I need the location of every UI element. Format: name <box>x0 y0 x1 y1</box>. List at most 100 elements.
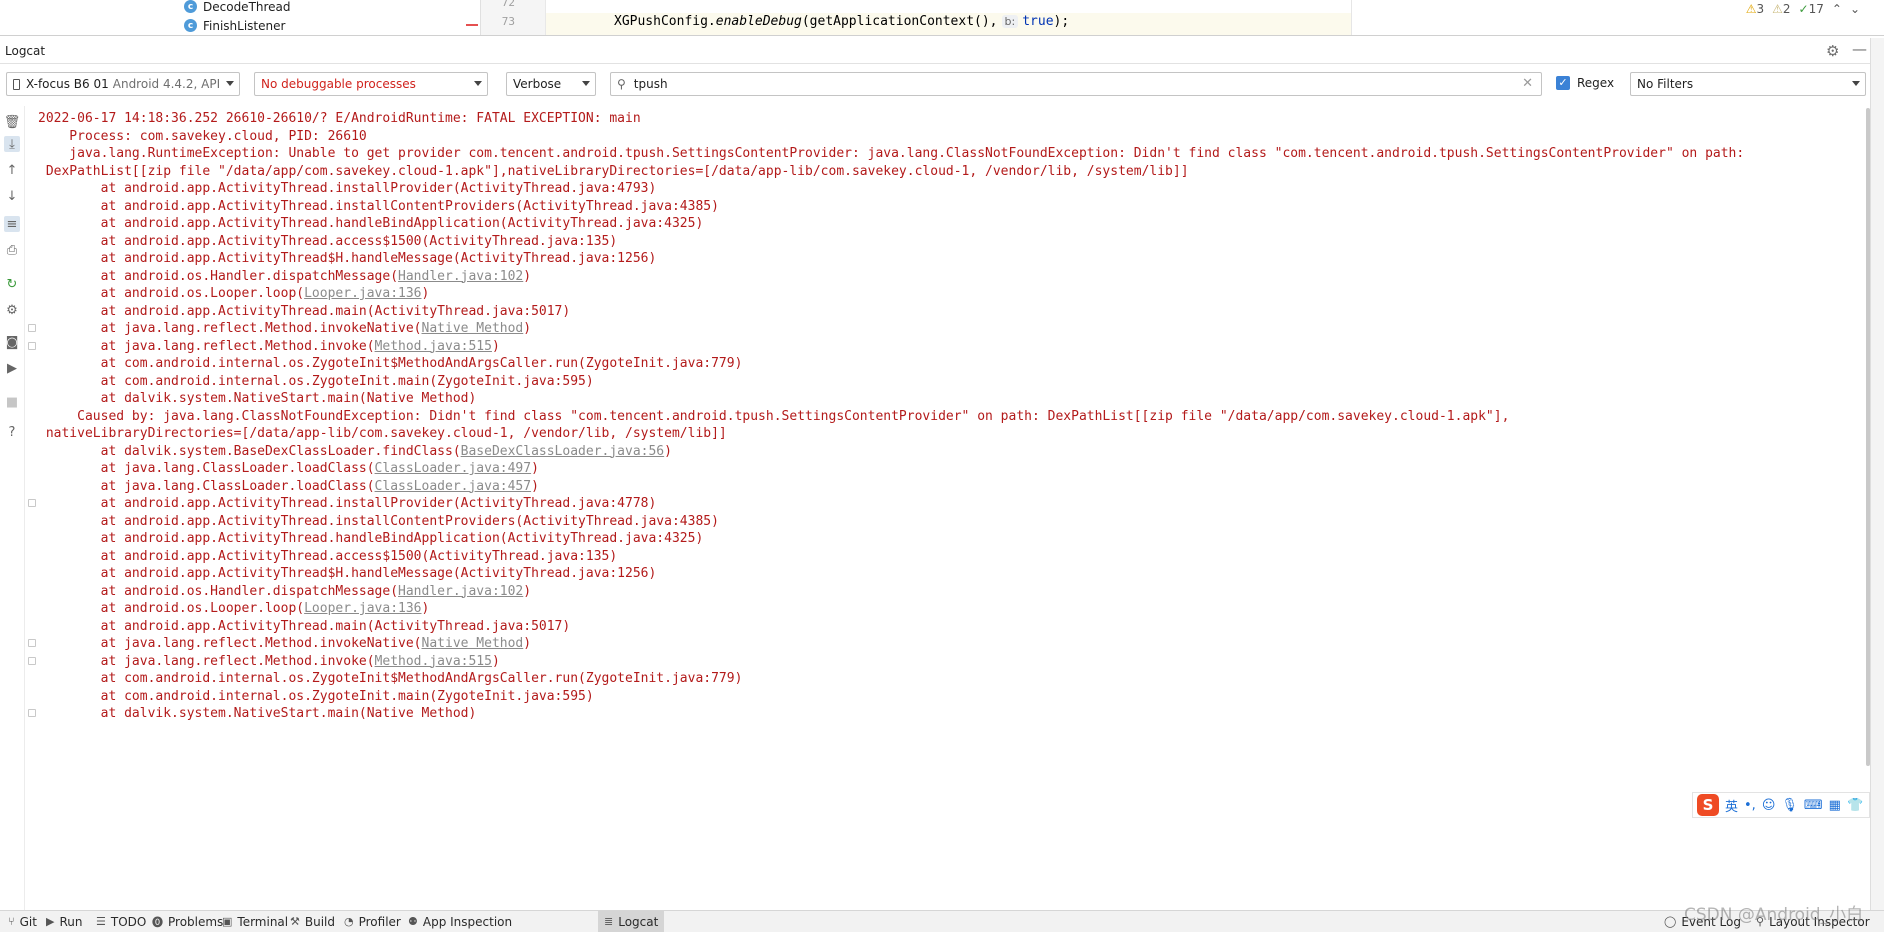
arrow-up-icon[interactable]: ↑ <box>4 162 20 178</box>
tree-item-finishlistener[interactable]: c FinishListener <box>184 17 285 34</box>
log-text: at android.os.Looper.loop( <box>38 601 305 616</box>
search-value[interactable]: tpush <box>634 77 668 91</box>
log-output[interactable]: 2022-06-17 14:18:36.252 26610-26610/? E/… <box>26 108 1866 908</box>
source-link[interactable]: Native Method <box>422 636 524 651</box>
tab-problems[interactable]: ⓿ Problems <box>152 911 223 932</box>
inspection-widget[interactable]: ⚠3 ⚠2 ✓17 ⌃ ⌄ <box>1746 2 1860 16</box>
print-icon[interactable]: ⎙ <box>4 242 20 258</box>
log-line[interactable]: at dalvik.system.NativeStart.main(Native… <box>38 703 477 724</box>
source-link[interactable]: Looper.java:136 <box>304 601 421 616</box>
log-text: at com.android.internal.os.ZygoteInit$Me… <box>38 671 743 686</box>
tab-run[interactable]: ▶ Run <box>46 911 82 932</box>
log-text: at dalvik.system.NativeStart.main(Native… <box>38 391 477 406</box>
ime-toolbar[interactable]: S 英 •, ☺ 🎙 ⌨ ▦ 👕 <box>1692 792 1870 818</box>
typo-count[interactable]: ✓17 <box>1799 2 1824 16</box>
soft-wrap-icon[interactable]: ≡ <box>4 216 20 232</box>
fold-icon[interactable] <box>28 709 36 717</box>
minimize-icon[interactable]: — <box>1852 40 1867 58</box>
scroll-to-end-icon[interactable]: ⤓ <box>4 136 20 152</box>
source-link[interactable]: Method.java:515 <box>375 339 492 354</box>
tree-item-label: FinishListener <box>203 18 286 33</box>
keyboard-icon[interactable]: ⌨ <box>1804 798 1823 813</box>
clear-icon[interactable]: ✕ <box>1522 76 1533 91</box>
fold-icon[interactable] <box>28 341 36 350</box>
log-text: ) <box>421 286 430 301</box>
source-link[interactable]: BaseDexClassLoader.java:56 <box>461 444 665 459</box>
arrow-down-icon[interactable]: ↓ <box>4 188 20 204</box>
tab-git[interactable]: ⑂ Git <box>8 911 37 932</box>
log-text: ) <box>531 478 539 494</box>
todo-icon: ☰ <box>96 915 106 928</box>
log-text: ) <box>531 461 539 476</box>
warning-count[interactable]: ⚠3 <box>1746 2 1764 16</box>
ime-language[interactable]: 英 <box>1725 796 1738 815</box>
typo-count-label: 17 <box>1808 2 1824 16</box>
help-icon[interactable]: ? <box>4 424 20 440</box>
regex-checkbox[interactable]: ✓ Regex <box>1556 76 1614 90</box>
code-editor[interactable]: XGPushConfig.enableDebug(getApplicationC… <box>546 0 1351 35</box>
code-token: XGPushConfig. <box>614 14 716 29</box>
tab-label: Run <box>59 914 83 929</box>
source-link[interactable]: Handler.java:102 <box>398 584 523 599</box>
tab-app-inspection[interactable]: ⚉ App Inspection <box>408 911 512 932</box>
log-text: java.lang.RuntimeException: Unable to ge… <box>38 146 1745 161</box>
log-level-dropdown[interactable]: Verbose <box>506 72 596 96</box>
fold-icon[interactable] <box>28 499 36 507</box>
device-dropdown[interactable]: X-focus B6 01 Android 4.4.2, API <box>6 72 240 96</box>
check-icon: ✓ <box>1798 2 1809 16</box>
ime-punctuation-icon[interactable]: •, <box>1744 798 1756 813</box>
weak-warning-count[interactable]: ⚠2 <box>1772 2 1790 16</box>
log-text: at dalvik.system.NativeStart.main(Native… <box>38 706 477 721</box>
tab-profiler[interactable]: ◔ Profiler <box>344 911 401 932</box>
log-text: at dalvik.system.BaseDexClassLoader.find… <box>38 443 461 459</box>
filter-config-dropdown[interactable]: No Filters <box>1630 72 1866 96</box>
code-line[interactable]: XGPushConfig.enableDebug(getApplicationC… <box>614 14 1069 29</box>
search-input[interactable]: ⚲ tpush ✕ <box>610 72 1542 96</box>
fold-icon[interactable] <box>28 324 36 332</box>
source-link[interactable]: Handler.java:102 <box>398 269 523 284</box>
log-text: at android.app.ActivityThread.access$150… <box>38 548 618 564</box>
tree-item-decodethread[interactable]: c DecodeThread <box>184 0 291 15</box>
log-text: at android.app.ActivityThread.handleBind… <box>38 216 704 231</box>
fold-icon[interactable] <box>28 639 36 647</box>
project-tree: c DecodeThread c FinishListener <box>0 0 478 35</box>
log-text: ) <box>523 268 532 284</box>
log-text: ) <box>523 321 532 336</box>
process-dropdown[interactable]: No debuggable processes <box>254 72 488 96</box>
settings-icon[interactable]: ⚙ <box>4 302 20 318</box>
tab-logcat[interactable]: ≣ Logcat <box>598 911 665 932</box>
camera-icon[interactable]: ◙ <box>4 334 20 350</box>
trash-icon[interactable]: 🗑 <box>4 114 21 130</box>
video-icon[interactable]: ▶ <box>4 360 20 376</box>
skin-icon[interactable]: ▦ <box>1829 798 1841 813</box>
scrollbar-thumb[interactable] <box>1866 108 1870 766</box>
restart-icon[interactable]: ↻ <box>4 276 20 292</box>
fold-icon[interactable] <box>28 656 36 665</box>
emoji-icon[interactable]: ☺ <box>1762 798 1776 813</box>
tab-todo[interactable]: ☰ TODO <box>96 911 146 932</box>
source-link[interactable]: Native Method <box>422 321 524 336</box>
chevron-down-icon[interactable]: ⌄ <box>1850 2 1860 16</box>
source-link[interactable]: Looper.java:136 <box>304 286 421 301</box>
warning-icon: ⚠ <box>1745 2 1757 16</box>
stop-icon[interactable]: ■ <box>4 394 20 410</box>
checkbox-checked-icon[interactable]: ✓ <box>1556 76 1570 90</box>
log-level-label: Verbose <box>513 77 562 91</box>
tree-item-label: DecodeThread <box>203 0 291 14</box>
run-icon: ▶ <box>46 915 55 928</box>
tab-terminal[interactable]: ▣ Terminal <box>222 911 288 932</box>
device-detail: Android 4.4.2, API <box>112 77 221 91</box>
microphone-icon[interactable]: 🎙 <box>1781 798 1798 813</box>
shirt-icon[interactable]: 👕 <box>1847 798 1863 813</box>
log-text: at android.app.ActivityThread.installPro… <box>38 181 657 196</box>
log-text: at android.app.ActivityThread.installCon… <box>38 513 719 529</box>
chevron-up-icon[interactable]: ⌃ <box>1832 2 1842 16</box>
gear-icon[interactable]: ⚙ <box>1826 42 1839 60</box>
log-text: Caused by: java.lang.ClassNotFoundExcept… <box>38 408 1510 424</box>
tab-build[interactable]: ⚒ Build <box>290 911 335 932</box>
line-number: 73 <box>501 15 515 28</box>
source-link[interactable]: ClassLoader.java:497 <box>375 461 532 476</box>
source-link[interactable]: Method.java:515 <box>375 654 492 669</box>
ime-logo[interactable]: S <box>1697 794 1719 816</box>
source-link[interactable]: ClassLoader.java:457 <box>375 479 532 494</box>
